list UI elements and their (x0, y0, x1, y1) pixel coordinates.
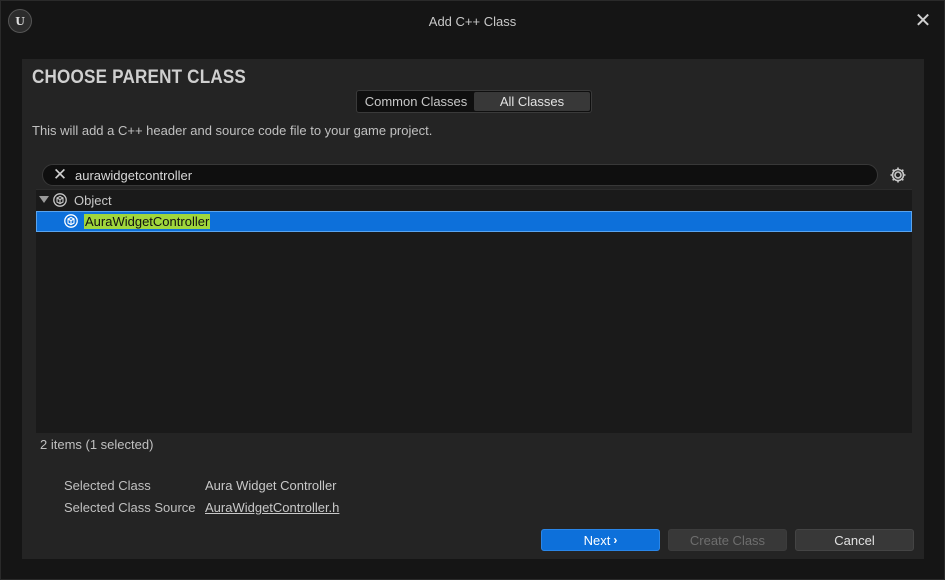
class-search-box: ✕ (42, 164, 878, 186)
cancel-button[interactable]: Cancel (795, 529, 914, 551)
title-bar[interactable]: U Add C++ Class ✕ (1, 1, 944, 43)
add-cpp-class-window: U Add C++ Class ✕ CHOOSE PARENT CLASS Co… (0, 0, 945, 580)
class-tree: Object AuraWidgetController (36, 189, 912, 433)
tree-item-aurawidgetcontroller[interactable]: AuraWidgetController (36, 211, 912, 232)
selected-source-link[interactable]: AuraWidgetController.h (205, 500, 339, 515)
item-count: 2 items (1 selected) (40, 437, 154, 452)
selected-class-value: Aura Widget Controller (205, 478, 337, 493)
tree-item-label: Object (74, 193, 112, 208)
gear-icon[interactable] (888, 165, 908, 185)
search-input[interactable] (75, 167, 865, 183)
chevron-right-icon: › (613, 533, 618, 547)
clear-search-icon[interactable]: ✕ (51, 166, 69, 184)
selected-source-label: Selected Class Source (64, 500, 196, 515)
description-text: This will add a C++ header and source co… (32, 123, 433, 138)
class-filter-tabs: Common Classes All Classes (356, 90, 592, 113)
uobject-class-icon (53, 193, 67, 207)
page-title: CHOOSE PARENT CLASS (32, 67, 247, 88)
tree-item-label: AuraWidgetController (84, 214, 211, 229)
tab-all-classes[interactable]: All Classes (474, 92, 590, 111)
uobject-class-icon (64, 214, 78, 228)
selected-class-label: Selected Class (64, 478, 151, 493)
close-icon[interactable]: ✕ (912, 10, 934, 32)
expand-arrow-icon[interactable] (39, 196, 49, 203)
next-button-label: Next (583, 532, 611, 548)
main-panel: CHOOSE PARENT CLASS Common Classes All C… (22, 59, 924, 559)
window-title: Add C++ Class (428, 14, 517, 29)
next-button[interactable]: Next › (541, 529, 660, 551)
tree-item-object[interactable]: Object (36, 190, 912, 210)
tab-common-classes[interactable]: Common Classes (358, 92, 474, 111)
create-class-button: Create Class (668, 529, 787, 551)
